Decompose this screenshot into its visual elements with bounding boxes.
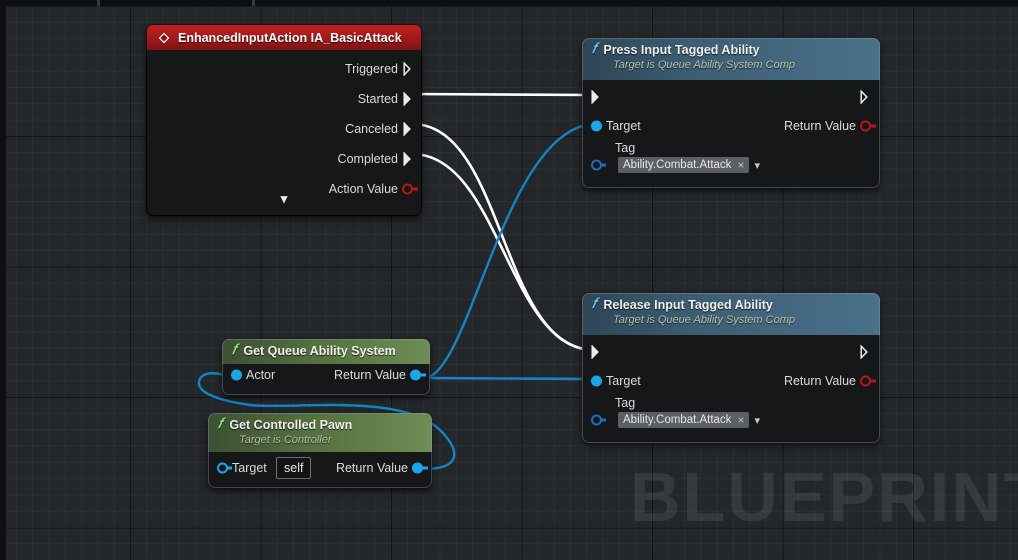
chevron-down-icon[interactable]: ▾ — [754, 159, 760, 172]
target-return-row: Target Return Value — [582, 366, 880, 396]
pin-tail — [601, 418, 606, 422]
pin-tail — [601, 163, 606, 167]
pin-label-return-value: Return Value — [335, 461, 408, 475]
function-f-icon: 𝑓 — [592, 42, 597, 57]
node-body: Target Return Value Tag Ability.Combat.A… — [582, 80, 880, 188]
node-header[interactable]: 𝑓 Press Input Tagged Ability Target is Q… — [582, 38, 880, 80]
node-get-controlled-pawn[interactable]: 𝑓 Get Controlled Pawn Target is Controll… — [208, 413, 432, 488]
tag-chip[interactable]: Ability.Combat.Attack × — [618, 157, 750, 173]
node-subtitle: Target is Controller — [239, 434, 332, 446]
exec-out-pin-icon[interactable] — [860, 90, 871, 104]
pin-tail — [421, 373, 426, 377]
blueprint-graph-canvas[interactable]: BLUEPRINT EnhancedInputAction IA_BasicAt… — [0, 0, 1018, 560]
tag-value: Ability.Combat.Attack — [623, 414, 732, 426]
pin-label: Completed — [337, 152, 398, 166]
pin-label-target: Target — [232, 461, 267, 475]
exec-pin-icon[interactable] — [403, 122, 414, 136]
tag-field-label: Tag — [615, 141, 636, 155]
chevron-down-icon[interactable]: ▾ — [754, 414, 760, 427]
node-body: Actor Return Value — [222, 364, 430, 395]
node-title: Get Controlled Pawn — [229, 418, 353, 432]
pin-label-return-value: Return Value — [783, 119, 856, 133]
pin-label-actor: Actor — [246, 368, 276, 382]
pin-tail — [871, 124, 876, 128]
data-pin-icon-return[interactable] — [410, 369, 421, 381]
tag-value: Ability.Combat.Attack — [623, 159, 732, 171]
pin-tail — [423, 466, 428, 470]
node-header[interactable]: EnhancedInputAction IA_BasicAttack — [146, 24, 422, 50]
function-f-icon: 𝑓 — [592, 297, 597, 312]
tag-dropdown[interactable]: Ability.Combat.Attack × ▾ — [618, 412, 760, 428]
exec-pin-icon[interactable] — [403, 62, 414, 76]
data-pin-icon[interactable] — [402, 183, 413, 195]
actor-return-row: Actor Return Value — [222, 360, 430, 390]
data-pin-icon-return[interactable] — [860, 375, 871, 387]
data-pin-icon-target[interactable] — [591, 120, 602, 132]
node-body: Target Return Value Tag Ability.Combat.A… — [582, 335, 880, 443]
node-title: Release Input Tagged Ability — [603, 298, 773, 312]
clear-tag-icon[interactable]: × — [737, 159, 744, 171]
output-pin-completed[interactable]: Completed — [146, 144, 422, 174]
exec-row — [582, 82, 880, 112]
pin-label: Action Value — [328, 182, 398, 196]
pin-tail — [413, 187, 418, 191]
node-header[interactable]: 𝑓 Release Input Tagged Ability Target is… — [582, 293, 880, 335]
ruler-tick — [252, 0, 255, 6]
tag-chip[interactable]: Ability.Combat.Attack × — [618, 412, 750, 428]
pin-label-return-value: Return Value — [333, 368, 406, 382]
node-title: EnhancedInputAction IA_BasicAttack — [178, 30, 402, 45]
node-subtitle: Target is Queue Ability System Comp — [613, 314, 795, 326]
left-ruler-strip — [0, 0, 6, 560]
output-pin-triggered[interactable]: Triggered — [146, 54, 422, 84]
data-pin-icon-return[interactable] — [412, 462, 423, 474]
exec-in-pin-icon[interactable] — [591, 345, 602, 359]
node-subtitle: Target is Queue Ability System Comp — [613, 59, 795, 71]
node-header[interactable]: 𝑓 Get Controlled Pawn Target is Controll… — [208, 413, 432, 452]
output-pin-canceled[interactable]: Canceled — [146, 114, 422, 144]
tag-field-label: Tag — [615, 396, 636, 410]
node-press-input-tagged-ability[interactable]: 𝑓 Press Input Tagged Ability Target is Q… — [582, 38, 880, 188]
data-pin-icon-actor[interactable] — [231, 369, 242, 381]
node-get-queue-ability-system[interactable]: 𝑓 Get Queue Ability System Actor Return … — [222, 339, 430, 395]
output-pin-started[interactable]: Started — [146, 84, 422, 114]
pin-label-return-value: Return Value — [783, 374, 856, 388]
node-body: Target self Return Value — [208, 452, 432, 488]
data-pin-icon-return[interactable] — [860, 120, 871, 132]
function-f-icon: 𝑓 — [218, 417, 223, 432]
pin-label: Canceled — [345, 122, 398, 136]
exec-in-pin-icon[interactable] — [591, 90, 602, 104]
self-value-field[interactable]: self — [276, 457, 312, 479]
exec-pin-icon[interactable] — [403, 152, 414, 166]
top-ruler-strip — [0, 0, 1018, 6]
target-return-row: Target Return Value — [582, 111, 880, 141]
data-pin-icon-target[interactable] — [591, 375, 602, 387]
collapse-chevron-icon[interactable]: ▾ — [281, 191, 288, 207]
pin-label-target: Target — [606, 119, 641, 133]
node-body: Triggered Started Canceled Completed Act… — [146, 50, 422, 216]
self-value: self — [284, 461, 304, 475]
tag-dropdown[interactable]: Ability.Combat.Attack × ▾ — [618, 157, 760, 173]
clear-tag-icon[interactable]: × — [737, 414, 744, 426]
exec-row — [582, 337, 880, 367]
pin-label: Triggered — [344, 62, 398, 76]
pin-tail — [871, 379, 876, 383]
event-diamond-icon — [157, 30, 171, 45]
ruler-tick — [97, 0, 100, 6]
function-f-icon: 𝑓 — [232, 343, 237, 358]
exec-pin-icon[interactable] — [403, 92, 414, 106]
exec-out-pin-icon[interactable] — [860, 345, 871, 359]
pin-label-target: Target — [606, 374, 641, 388]
node-title: Get Queue Ability System — [243, 344, 396, 358]
node-title: Press Input Tagged Ability — [603, 43, 760, 57]
node-release-input-tagged-ability[interactable]: 𝑓 Release Input Tagged Ability Target is… — [582, 293, 880, 443]
target-return-row: Target self Return Value — [208, 453, 432, 483]
node-enhanced-input-action[interactable]: EnhancedInputAction IA_BasicAttack Trigg… — [146, 24, 422, 216]
pin-label: Started — [357, 92, 398, 106]
